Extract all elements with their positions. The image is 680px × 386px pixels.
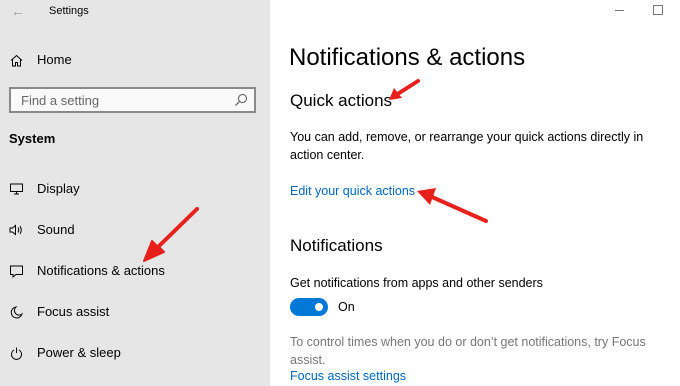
sidebar-item-display[interactable]: Display: [0, 176, 270, 202]
minimize-icon[interactable]: [615, 10, 624, 11]
sidebar-item-power-sleep[interactable]: Power & sleep: [0, 340, 270, 366]
section-heading-system: System: [9, 131, 56, 146]
main-content: Notifications & actions Quick actions Yo…: [270, 0, 680, 386]
search-input[interactable]: Find a setting: [9, 87, 256, 113]
quick-actions-description: You can add, remove, or rearrange your q…: [290, 130, 644, 162]
sidebar-item-sound[interactable]: Sound: [0, 217, 270, 243]
sidebar-item-label: Display: [37, 181, 80, 196]
notifications-heading: Notifications: [290, 236, 383, 255]
sidebar-item-label: Sound: [37, 222, 75, 237]
focus-assist-icon: [8, 304, 24, 320]
sidebar-item-notifications[interactable]: Notifications & actions: [0, 258, 270, 284]
power-icon: [8, 345, 24, 361]
quick-actions-heading: Quick actions: [290, 91, 393, 110]
get-notifications-label: Get notifications from apps and other se…: [290, 276, 543, 290]
search-icon[interactable]: [234, 93, 248, 107]
search-placeholder: Find a setting: [21, 93, 100, 108]
toggle-state-label: On: [338, 300, 355, 314]
toggle-knob: [315, 303, 323, 311]
notifications-icon: [8, 263, 24, 279]
home-icon: [8, 52, 24, 68]
window-title: Settings: [49, 5, 89, 17]
focus-assist-settings-link[interactable]: Focus assist settings: [290, 369, 406, 383]
page-title: Notifications & actions: [289, 44, 526, 71]
sidebar-item-label: Power & sleep: [37, 345, 121, 360]
sidebar-item-home[interactable]: Home: [0, 48, 270, 72]
focus-assist-hint: To control times when you do or don’t ge…: [290, 335, 646, 367]
sidebar-item-label: Home: [37, 52, 72, 67]
sound-icon: [8, 222, 24, 238]
sidebar-item-focus-assist[interactable]: Focus assist: [0, 299, 270, 325]
sidebar: ← Settings Home Find a setting System Di…: [0, 0, 270, 386]
display-icon: [8, 181, 24, 197]
back-arrow-icon[interactable]: ←: [8, 2, 28, 20]
sidebar-item-label: Focus assist: [37, 304, 110, 319]
notifications-toggle[interactable]: [290, 298, 328, 316]
settings-window: ← Settings Home Find a setting System Di…: [0, 0, 680, 386]
maximize-icon[interactable]: [653, 5, 663, 15]
sidebar-item-label: Notifications & actions: [37, 263, 165, 278]
edit-quick-actions-link[interactable]: Edit your quick actions: [290, 184, 415, 198]
